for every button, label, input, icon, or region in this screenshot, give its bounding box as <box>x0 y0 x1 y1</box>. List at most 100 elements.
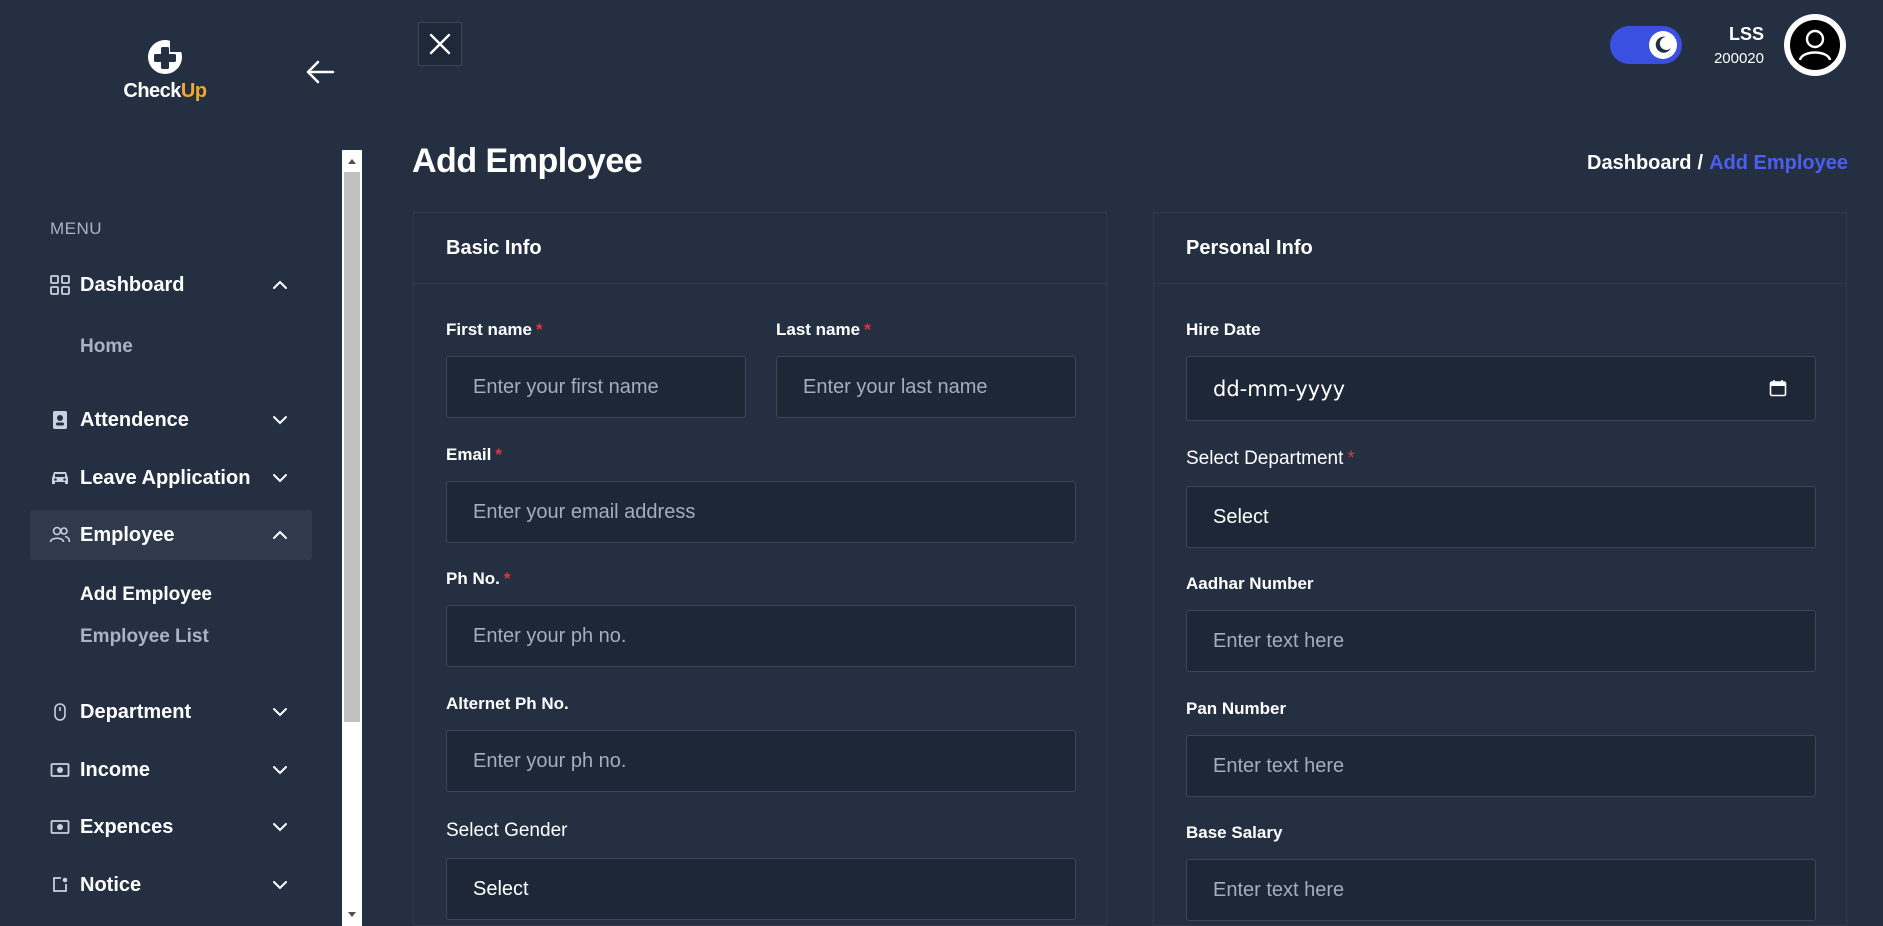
first-name-label: First name * <box>446 320 746 340</box>
sidebar-item-label: Dashboard <box>80 273 185 296</box>
grid-icon <box>48 273 72 297</box>
users-icon <box>48 523 72 547</box>
user-avatar-icon <box>1790 20 1840 70</box>
chevron-down-icon <box>273 881 287 890</box>
department-label: Select Department * <box>1186 448 1816 470</box>
alt-phone-field: Alternet Ph No. <box>446 694 1076 794</box>
first-name-input[interactable] <box>446 356 746 418</box>
sidebar-item-dashboard[interactable]: Dashboard <box>30 260 312 310</box>
pan-input[interactable] <box>1186 735 1816 797</box>
sidebar-subitem-employee-list[interactable]: Employee List <box>80 626 209 648</box>
chevron-down-icon <box>273 708 287 717</box>
required-marker: * <box>503 569 511 588</box>
sidebar-item-notice[interactable]: Notice <box>30 860 312 910</box>
moon-icon <box>1655 36 1671 53</box>
email-label: Email * <box>446 445 1076 465</box>
car-icon <box>48 466 72 490</box>
user-name: LSS <box>1728 24 1764 44</box>
chevron-up-icon <box>273 530 287 539</box>
sidebar-item-department[interactable]: Department <box>30 687 312 737</box>
sidebar-item-label: Expences <box>80 815 174 838</box>
sidebar-item-leave-application[interactable]: Leave Application <box>30 453 312 503</box>
last-name-label-text: Last name <box>776 320 861 339</box>
aadhar-input[interactable] <box>1186 610 1816 672</box>
menu-label: MENU <box>50 219 103 238</box>
salary-field: Base Salary <box>1186 823 1816 923</box>
department-field: Select Department * Select <box>1186 448 1816 553</box>
chevron-down-icon <box>273 474 287 483</box>
page-title: Add Employee <box>412 142 643 180</box>
pan-label: Pan Number <box>1186 699 1287 718</box>
sidebar-item-label: Department <box>80 700 192 723</box>
brand-name-part2: Up <box>180 80 207 102</box>
required-marker: * <box>535 320 543 339</box>
mouse-icon <box>48 700 72 724</box>
first-name-field: First name * <box>446 320 746 420</box>
breadcrumb-separator: / <box>1697 152 1704 174</box>
gender-label: Select Gender <box>446 820 568 841</box>
user-id: 200020 <box>1713 50 1764 67</box>
scrollbar-thumb[interactable] <box>344 172 360 722</box>
salary-label: Base Salary <box>1186 823 1283 842</box>
sidebar-subitem-add-employee[interactable]: Add Employee <box>80 584 212 606</box>
alt-phone-input[interactable] <box>446 730 1076 792</box>
sidebar-subitem-home[interactable]: Home <box>80 336 133 358</box>
aadhar-field: Aadhar Number <box>1186 574 1816 674</box>
chevron-up-icon <box>273 280 287 289</box>
email-input[interactable] <box>446 481 1076 543</box>
gender-select[interactable]: Select <box>446 858 1076 920</box>
brand-name: CheckUp <box>120 80 210 103</box>
first-name-label-text: First name <box>446 320 532 339</box>
calendar-icon[interactable] <box>1769 379 1787 397</box>
phone-label: Ph No. * <box>446 569 1076 589</box>
sidebar-item-income[interactable]: Income <box>30 745 312 795</box>
department-select[interactable]: Select <box>1186 486 1816 548</box>
sidebar-item-label: Notice <box>80 873 142 896</box>
money-icon <box>48 815 72 839</box>
required-marker: * <box>864 320 871 339</box>
sidebar: CheckUp MENU Dashboard Home Attendence L… <box>0 0 362 926</box>
theme-toggle[interactable] <box>1610 26 1682 64</box>
required-marker: * <box>1347 448 1355 469</box>
money-icon <box>48 758 72 782</box>
email-field: Email * <box>446 445 1076 545</box>
breadcrumb-current: Add Employee <box>1709 152 1848 174</box>
checkup-logo[interactable]: CheckUp <box>120 38 210 108</box>
medical-cross-icon <box>148 38 184 74</box>
last-name-input[interactable] <box>776 356 1076 418</box>
alt-phone-label: Alternet Ph No. <box>446 694 569 713</box>
sidebar-nav: MENU Dashboard Home Attendence Leave App… <box>0 150 362 926</box>
scroll-down-arrow-icon[interactable] <box>342 906 362 924</box>
hire-date-input[interactable]: dd-mm-yyyy <box>1186 356 1816 421</box>
sidebar-item-expences[interactable]: Expences <box>30 802 312 852</box>
basic-info-card: Basic Info First name* Last name* Email*… <box>413 212 1107 926</box>
department-label-text: Select Department <box>1186 448 1344 469</box>
sidebar-scrollbar[interactable] <box>342 150 362 926</box>
personal-info-title: Personal Info <box>1154 213 1846 284</box>
chevron-down-icon <box>273 416 287 425</box>
gender-field: Select Gender Select <box>446 820 1076 920</box>
notice-icon <box>48 873 72 897</box>
close-icon <box>429 33 451 55</box>
last-name-field: Last name * <box>776 320 1076 420</box>
avatar[interactable] <box>1784 14 1846 76</box>
aadhar-label: Aadhar Number <box>1186 574 1314 593</box>
breadcrumb-home-link[interactable]: Dashboard <box>1587 152 1691 174</box>
sidebar-item-label: Income <box>80 758 151 781</box>
required-marker: * <box>495 445 502 464</box>
sidebar-item-employee[interactable]: Employee <box>30 510 312 560</box>
scroll-up-arrow-icon[interactable] <box>342 152 362 170</box>
phone-input[interactable] <box>446 605 1076 667</box>
hire-date-field: Hire Date dd-mm-yyyy <box>1186 320 1816 425</box>
email-label-text: Email <box>446 445 492 464</box>
phone-field: Ph No. * <box>446 569 1076 669</box>
close-button[interactable] <box>418 22 462 66</box>
sidebar-item-label: Employee <box>80 523 175 546</box>
personal-info-card: Personal Info Hire Date dd-mm-yyyy Selec… <box>1153 212 1847 926</box>
salary-input[interactable] <box>1186 859 1816 921</box>
sidebar-item-attendence[interactable]: Attendence <box>30 395 312 445</box>
last-name-label: Last name * <box>776 320 1076 340</box>
hire-date-label: Hire Date <box>1186 320 1261 339</box>
collapse-sidebar-button[interactable] <box>305 58 337 86</box>
sidebar-item-label: Attendence <box>80 408 189 431</box>
